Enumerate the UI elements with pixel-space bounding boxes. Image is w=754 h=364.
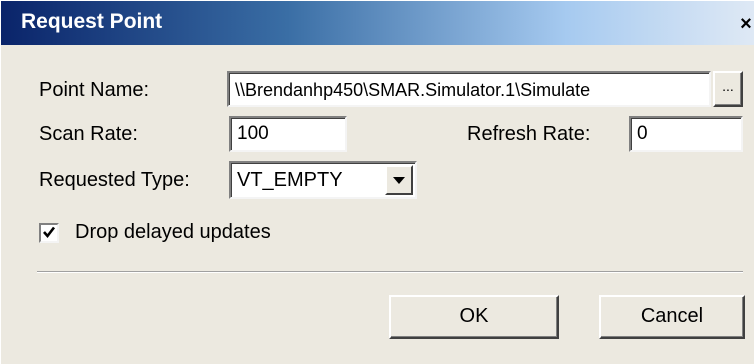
browse-button[interactable]: ... (713, 71, 743, 107)
requested-type-select[interactable]: VT_EMPTY (229, 161, 417, 199)
drop-delayed-label[interactable]: Drop delayed updates (75, 221, 271, 244)
scan-rate-input[interactable]: 100 (229, 116, 347, 152)
request-point-dialog: Request Point × Point Name: \\Brendanhp4… (0, 0, 754, 364)
title-bar[interactable]: Request Point × (1, 1, 754, 45)
checkmark-icon (43, 226, 56, 239)
refresh-rate-label: Refresh Rate: (467, 123, 591, 145)
requested-type-label: Requested Type: (39, 169, 190, 191)
requested-type-value: VT_EMPTY (237, 169, 343, 191)
refresh-rate-input[interactable]: 0 (629, 116, 743, 152)
scan-rate-label: Scan Rate: (39, 123, 138, 145)
chevron-down-icon[interactable] (385, 165, 413, 195)
drop-delayed-checkbox[interactable] (39, 223, 59, 243)
point-name-input[interactable]: \\Brendanhp450\SMAR.Simulator.1\Simulate (227, 71, 711, 107)
ok-button[interactable]: OK (389, 295, 559, 339)
separator-line (37, 271, 743, 273)
dialog-title: Request Point (21, 10, 163, 33)
point-name-label: Point Name: (39, 79, 150, 101)
close-icon[interactable]: × (735, 13, 754, 35)
cancel-button[interactable]: Cancel (599, 295, 745, 339)
